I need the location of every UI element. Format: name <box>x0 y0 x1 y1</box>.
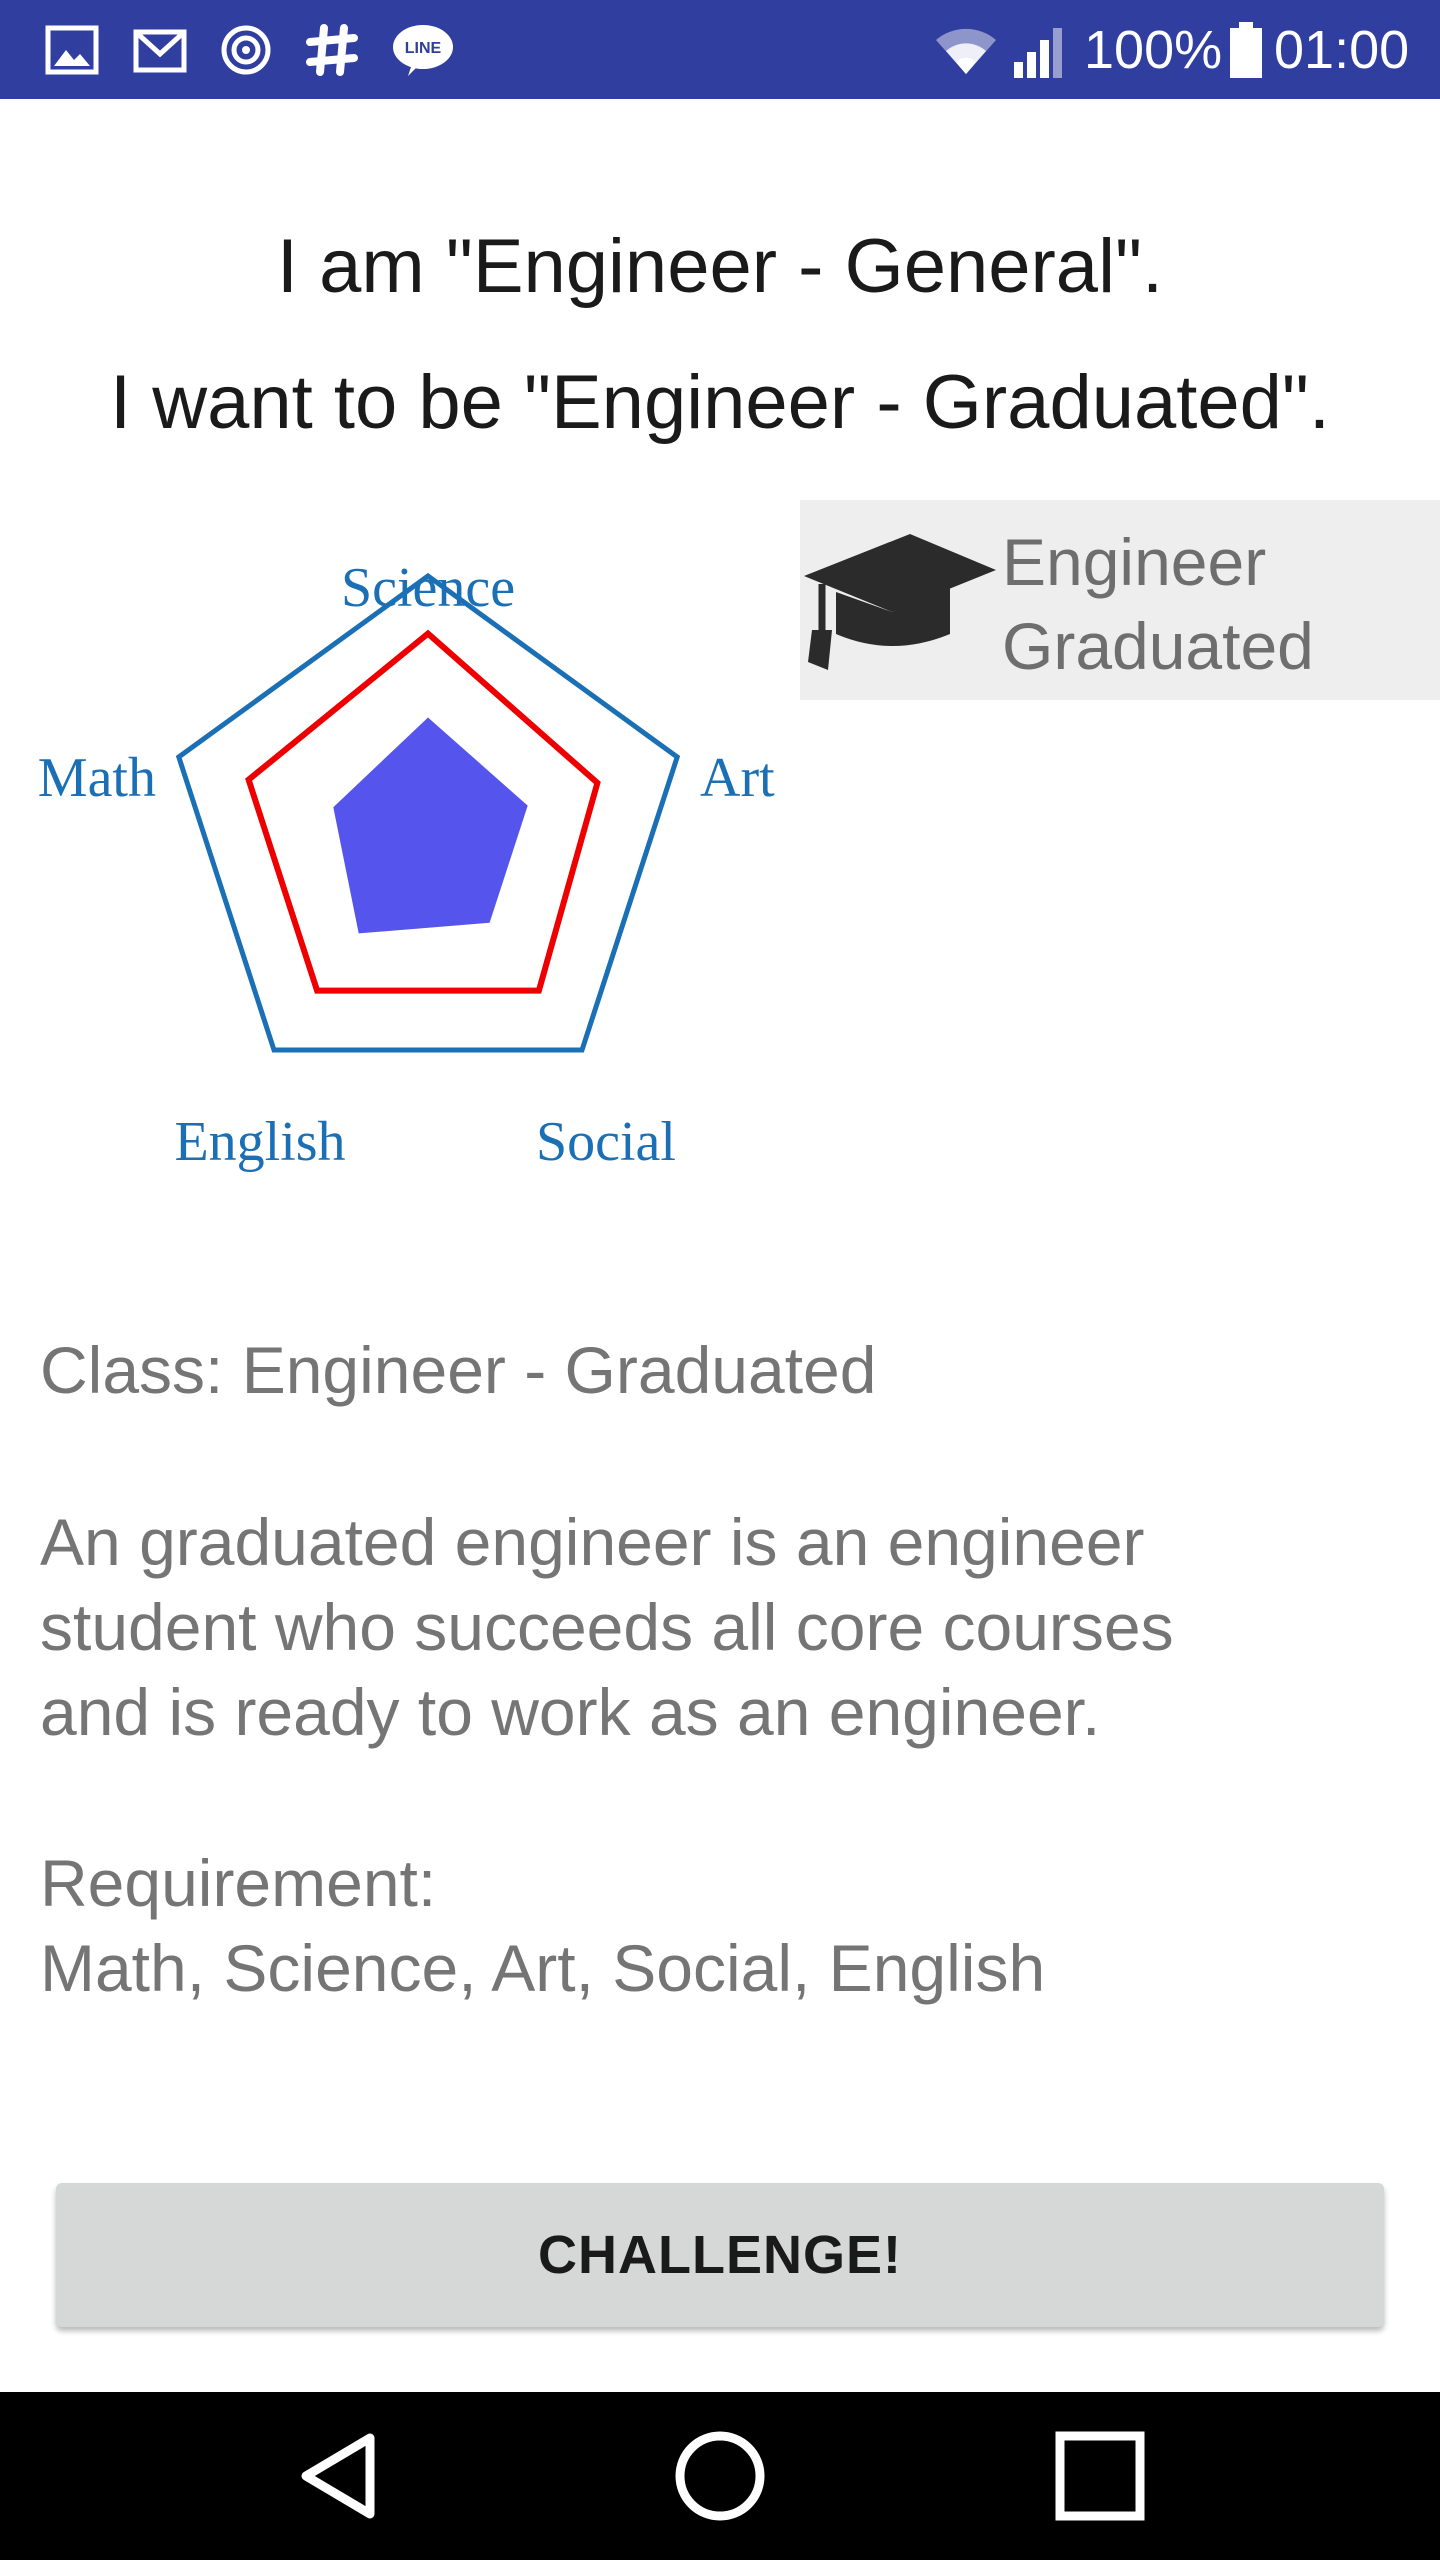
gmail-icon <box>132 22 188 78</box>
radar-axis-label-english: English <box>174 1111 345 1173</box>
radar-axis-label-math: Math <box>38 747 156 809</box>
current-class-heading: I am "Engineer - General". <box>276 224 1164 309</box>
status-bar: LINE 100% 01:00 <box>0 0 1440 99</box>
recents-icon[interactable] <box>1040 2416 1160 2536</box>
graduation-cap-icon <box>800 526 1000 676</box>
status-clock: 01:00 <box>1274 20 1410 80</box>
badge-title-line2: Graduated <box>1002 609 1314 683</box>
class-summary-line-3: and is ready to work as an engineer. <box>40 1675 1101 1749</box>
radar-current-area <box>333 717 528 934</box>
class-name-text: Class: Engineer - Graduated <box>40 1333 877 1407</box>
image-icon <box>44 22 100 78</box>
system-nav-bar <box>0 2392 1440 2560</box>
battery-icon <box>1228 20 1264 80</box>
screen: LINE 100% 01:00 I am "Engineer - General… <box>0 0 1440 2560</box>
back-icon[interactable] <box>280 2416 400 2536</box>
target-class-badge: Engineer Graduated <box>800 500 1440 700</box>
skill-radar-chart: Science Art Social English Math <box>38 557 775 1173</box>
line-icon: LINE <box>390 22 456 78</box>
target-class-heading: I want to be "Engineer - Graduated". <box>109 360 1330 445</box>
line-icon-label: LINE <box>405 40 442 57</box>
home-icon[interactable] <box>660 2416 780 2536</box>
radar-axis-label-science: Science <box>341 557 515 619</box>
slack-icon <box>304 22 360 78</box>
requirement-title: Requirement: <box>40 1846 437 1920</box>
class-summary-line-2: student who succeeds all core courses <box>40 1590 1174 1664</box>
radar-axis-label-social: Social <box>536 1111 676 1173</box>
class-summary-line-1: An graduated engineer is an engineer <box>40 1505 1145 1579</box>
at-icon <box>218 22 274 78</box>
badge-title-line1: Engineer <box>1002 525 1267 599</box>
radar-axis-label-art: Art <box>700 747 775 809</box>
requirement-list: Math, Science, Art, Social, English <box>40 1931 1046 2005</box>
signal-icon <box>1012 20 1072 80</box>
challenge-button[interactable]: CHALLENGE! <box>56 2183 1384 2327</box>
battery-percentage: 100% <box>1084 20 1223 80</box>
wifi-icon <box>930 20 1002 80</box>
